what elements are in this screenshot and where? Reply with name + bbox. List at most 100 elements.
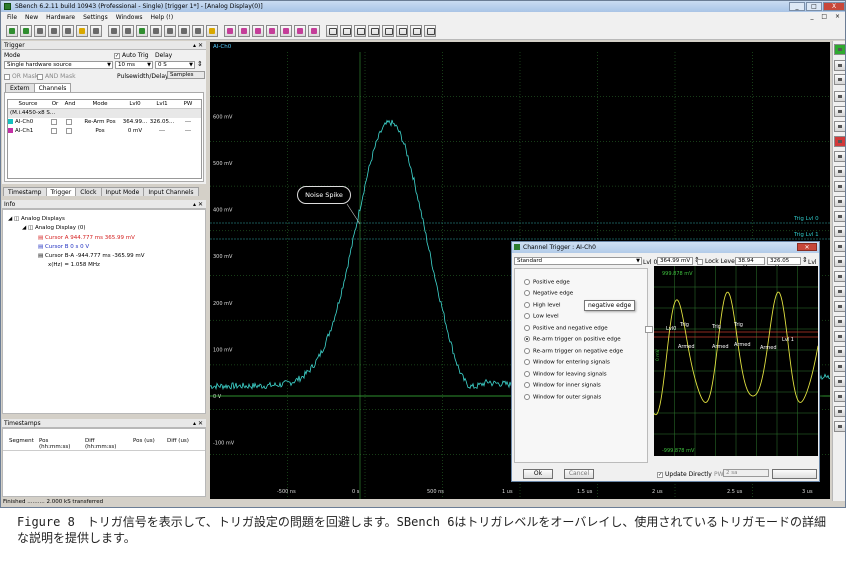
row-lvl0[interactable]: 364.99...: [122, 118, 148, 127]
row-lvl1[interactable]: 326.05...: [148, 118, 176, 127]
and-mask-check-icon[interactable]: [37, 73, 43, 80]
panel-pin-icon[interactable]: ▴ ✕: [193, 41, 203, 50]
mode-select[interactable]: Single hardware source ▼: [4, 61, 113, 69]
radio-window-inner[interactable]: Window for inner signals: [524, 382, 601, 389]
tab-trigger[interactable]: Trigger: [45, 187, 77, 196]
radio-rearm-positive[interactable]: Re-arm trigger on positive edge: [524, 336, 621, 343]
move-right-icon[interactable]: [834, 316, 845, 327]
tab-channels[interactable]: Channels: [33, 83, 72, 92]
radio-high-level[interactable]: High level: [524, 302, 560, 309]
row-lvl0[interactable]: 0 mV: [122, 127, 148, 136]
cursor-icon[interactable]: [834, 136, 845, 147]
radio-icon[interactable]: [524, 371, 530, 377]
and-mask-checkbox[interactable]: AND Mask: [37, 73, 76, 80]
tab-input-mode[interactable]: Input Mode: [100, 187, 145, 196]
pw-disabled-button[interactable]: [772, 469, 817, 479]
fifo-icon[interactable]: [164, 25, 176, 37]
radio-positive-negative-edge[interactable]: Positive and negative edge: [524, 325, 608, 332]
row-and-checkbox[interactable]: [62, 118, 78, 127]
fast-forward-icon[interactable]: [192, 25, 204, 37]
lvl1-spinner-icon[interactable]: ⇕: [802, 256, 808, 264]
radio-icon[interactable]: [524, 290, 530, 296]
lock-check-icon[interactable]: [697, 258, 703, 265]
panel-pin-icon[interactable]: ▴ ✕: [193, 200, 203, 209]
radio-positive-edge[interactable]: Positive edge: [524, 279, 570, 286]
radio-window-leaving[interactable]: Window for leaving signals: [524, 371, 607, 378]
radio-window-outer[interactable]: Window for outer signals: [524, 394, 601, 401]
tile-icon[interactable]: [354, 25, 366, 37]
tab-extern[interactable]: Extern: [5, 83, 35, 92]
menu-file[interactable]: File: [3, 12, 21, 23]
waterfall-display-icon[interactable]: [294, 25, 306, 37]
mdi-controls-icon[interactable]: _ □ ×: [810, 13, 843, 20]
auto-trig-check-icon[interactable]: [114, 52, 120, 59]
expand-icon[interactable]: [834, 271, 845, 282]
panel-pin-icon[interactable]: ▴ ✕: [193, 419, 203, 428]
preset-select[interactable]: Standard ▼: [514, 257, 642, 265]
settings-icon[interactable]: [34, 25, 46, 37]
tree-analog-displays[interactable]: ◢ ◫ Analog Displays: [8, 216, 65, 222]
columns-icon[interactable]: [382, 25, 394, 37]
fit-icon[interactable]: [834, 181, 845, 192]
table-view-icon[interactable]: [834, 106, 845, 117]
or-check-icon[interactable]: [51, 118, 57, 125]
radio-icon[interactable]: [524, 325, 530, 331]
radio-icon[interactable]: [524, 279, 530, 285]
move-left-icon[interactable]: [834, 301, 845, 312]
row-lvl1[interactable]: ---: [148, 127, 176, 136]
analog-display-icon[interactable]: [224, 25, 236, 37]
move-down-icon[interactable]: [834, 346, 845, 357]
connect-icon[interactable]: [6, 25, 18, 37]
tab-clock[interactable]: Clock: [75, 187, 102, 196]
or-mask-checkbox[interactable]: OR Mask: [4, 73, 38, 80]
undo-zoom-icon[interactable]: [834, 376, 845, 387]
tab-timestamp[interactable]: Timestamp: [3, 187, 47, 196]
close-button[interactable]: X: [823, 2, 845, 11]
shrink-icon[interactable]: [834, 286, 845, 297]
cancel-button[interactable]: Cancel: [564, 469, 594, 479]
table-row-group[interactable]: (M.i.4450-x8 S...: [8, 109, 201, 118]
lock-levels-checkbox[interactable]: Lock Levels: [697, 258, 740, 265]
ok-button[interactable]: Ok: [523, 469, 553, 479]
disconnect-icon[interactable]: [20, 25, 32, 37]
radio-icon[interactable]: [524, 348, 530, 354]
row-and-checkbox[interactable]: [62, 127, 78, 136]
zoom-in-icon[interactable]: [834, 196, 845, 207]
lvl1-input[interactable]: 326.05 mV: [767, 257, 801, 271]
grid-toggle-icon[interactable]: [834, 91, 845, 102]
row-or-checkbox[interactable]: [48, 118, 62, 127]
pulsewidth-select[interactable]: Samples: [167, 71, 205, 79]
print-icon[interactable]: [834, 421, 845, 432]
calc-icon[interactable]: [206, 25, 218, 37]
level-slider-left[interactable]: [645, 326, 653, 333]
radio-rearm-negative[interactable]: Re-arm trigger on negative edge: [524, 348, 623, 355]
update-directly-checkbox[interactable]: Update Directly: [657, 471, 712, 478]
table-row[interactable]: AI-Ch0 Re-Arm Pos 364.99... 326.05... --…: [8, 118, 201, 127]
row-pw[interactable]: ---: [176, 127, 200, 136]
histogram-display-icon[interactable]: [280, 25, 292, 37]
channel-color-icon[interactable]: [834, 44, 845, 55]
and-check-icon[interactable]: [66, 118, 72, 125]
fft-display-icon[interactable]: [238, 25, 250, 37]
radio-icon[interactable]: [524, 359, 530, 365]
menu-hardware[interactable]: Hardware: [42, 12, 79, 23]
dialog-close-icon[interactable]: ✕: [797, 243, 817, 251]
radio-negative-edge[interactable]: Negative edge: [524, 290, 573, 297]
single-shot-icon[interactable]: [136, 25, 148, 37]
persistence-display-icon[interactable]: [308, 25, 320, 37]
menu-windows[interactable]: Windows: [112, 12, 147, 23]
grid-icon[interactable]: [326, 25, 338, 37]
display-channel-tab[interactable]: AI-Ch0: [210, 42, 830, 52]
radio-icon[interactable]: [524, 382, 530, 388]
zoom-out-icon[interactable]: [834, 211, 845, 222]
delay-spinner-icon[interactable]: ⇕: [197, 60, 203, 68]
pan-icon[interactable]: [834, 256, 845, 267]
and-check-icon[interactable]: [66, 127, 72, 134]
close-display-icon[interactable]: [396, 25, 408, 37]
split-icon[interactable]: [340, 25, 352, 37]
auto-trig-checkbox[interactable]: Auto Trig: [114, 52, 149, 59]
lvl0-input[interactable]: 364.99 mV: [657, 257, 693, 265]
wave-icon[interactable]: [834, 361, 845, 372]
save-icon[interactable]: [48, 25, 60, 37]
lock-levels-input[interactable]: 38.94 mV: [735, 257, 765, 271]
